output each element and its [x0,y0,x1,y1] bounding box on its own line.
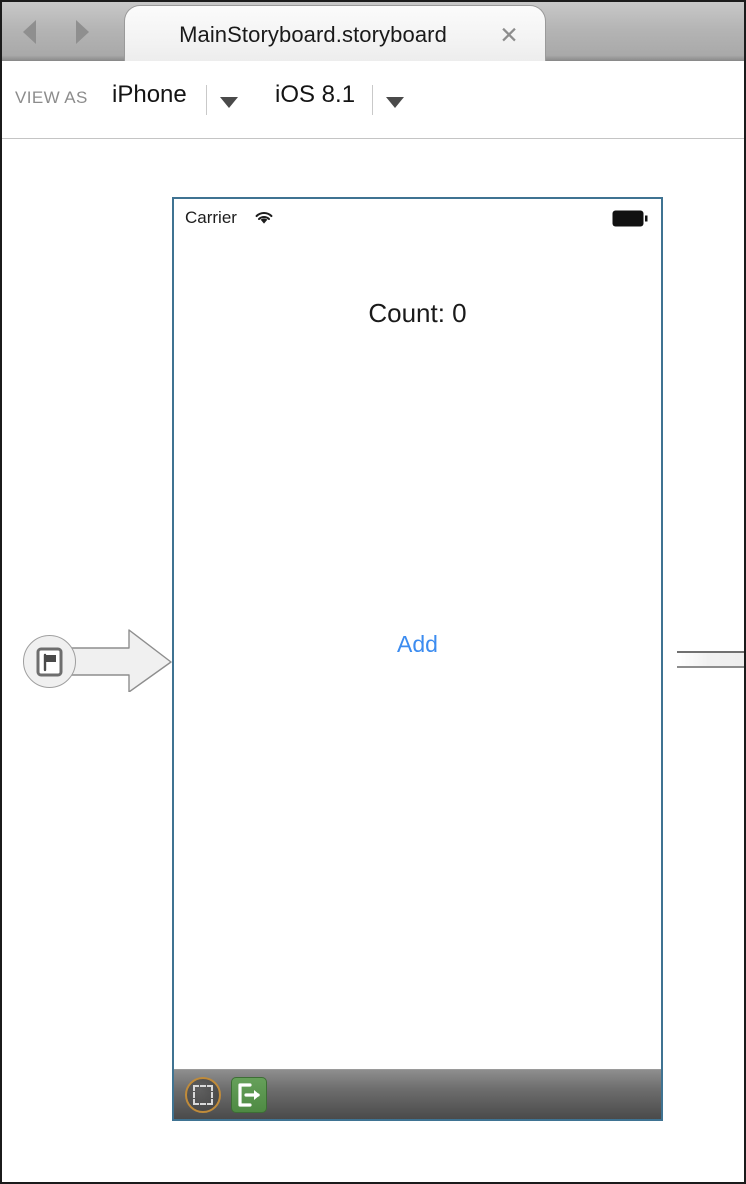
ios-status-bar: Carrier [174,199,661,237]
device-selector-value[interactable]: iPhone [112,81,187,109]
os-selector-value[interactable]: iOS 8.1 [275,81,355,109]
chevron-down-icon-device[interactable] [220,97,238,108]
scene-dock [174,1069,661,1119]
view-as-label: VIEW AS [15,88,88,107]
device-screen[interactable]: Carrier Count: 0 Add [174,199,661,1069]
divider [206,85,207,115]
tab-bar: MainStoryboard.storyboard ✕ [2,2,744,61]
exit-segue-icon[interactable] [231,1077,267,1113]
chevron-down-icon-os[interactable] [386,97,404,108]
entry-point-badge[interactable] [23,635,76,688]
tab-label: MainStoryboard.storyboard [179,22,447,47]
carrier-label: Carrier [185,208,237,227]
divider [372,85,373,115]
triangle-right-icon [75,20,89,44]
tab-mainstoryboard[interactable]: MainStoryboard.storyboard ✕ [124,5,546,61]
forward-button[interactable] [67,18,97,46]
canvas-edge-scrollbar[interactable] [677,651,744,668]
xcode-window: MainStoryboard.storyboard ✕ VIEW AS iPho… [0,0,746,1184]
add-button[interactable]: Add [174,631,661,658]
view-controller-icon[interactable] [185,1077,221,1113]
back-button[interactable] [14,18,44,46]
triangle-left-icon [22,20,36,44]
view-as-toolbar: VIEW AS iPhone iOS 8.1 [2,61,744,175]
storyboard-canvas[interactable]: Carrier Count: 0 Add [2,140,744,1182]
storyboard-entry-point-flag-icon [36,647,63,677]
storyboard-entry-point[interactable] [19,620,174,693]
battery-full-icon [612,210,648,227]
close-icon[interactable]: ✕ [497,23,521,47]
wifi-icon [255,212,273,224]
count-label: Count: 0 [368,298,467,328]
view-controller-scene[interactable]: Carrier Count: 0 Add [172,197,663,1121]
exit-arrow-icon [238,1083,260,1107]
